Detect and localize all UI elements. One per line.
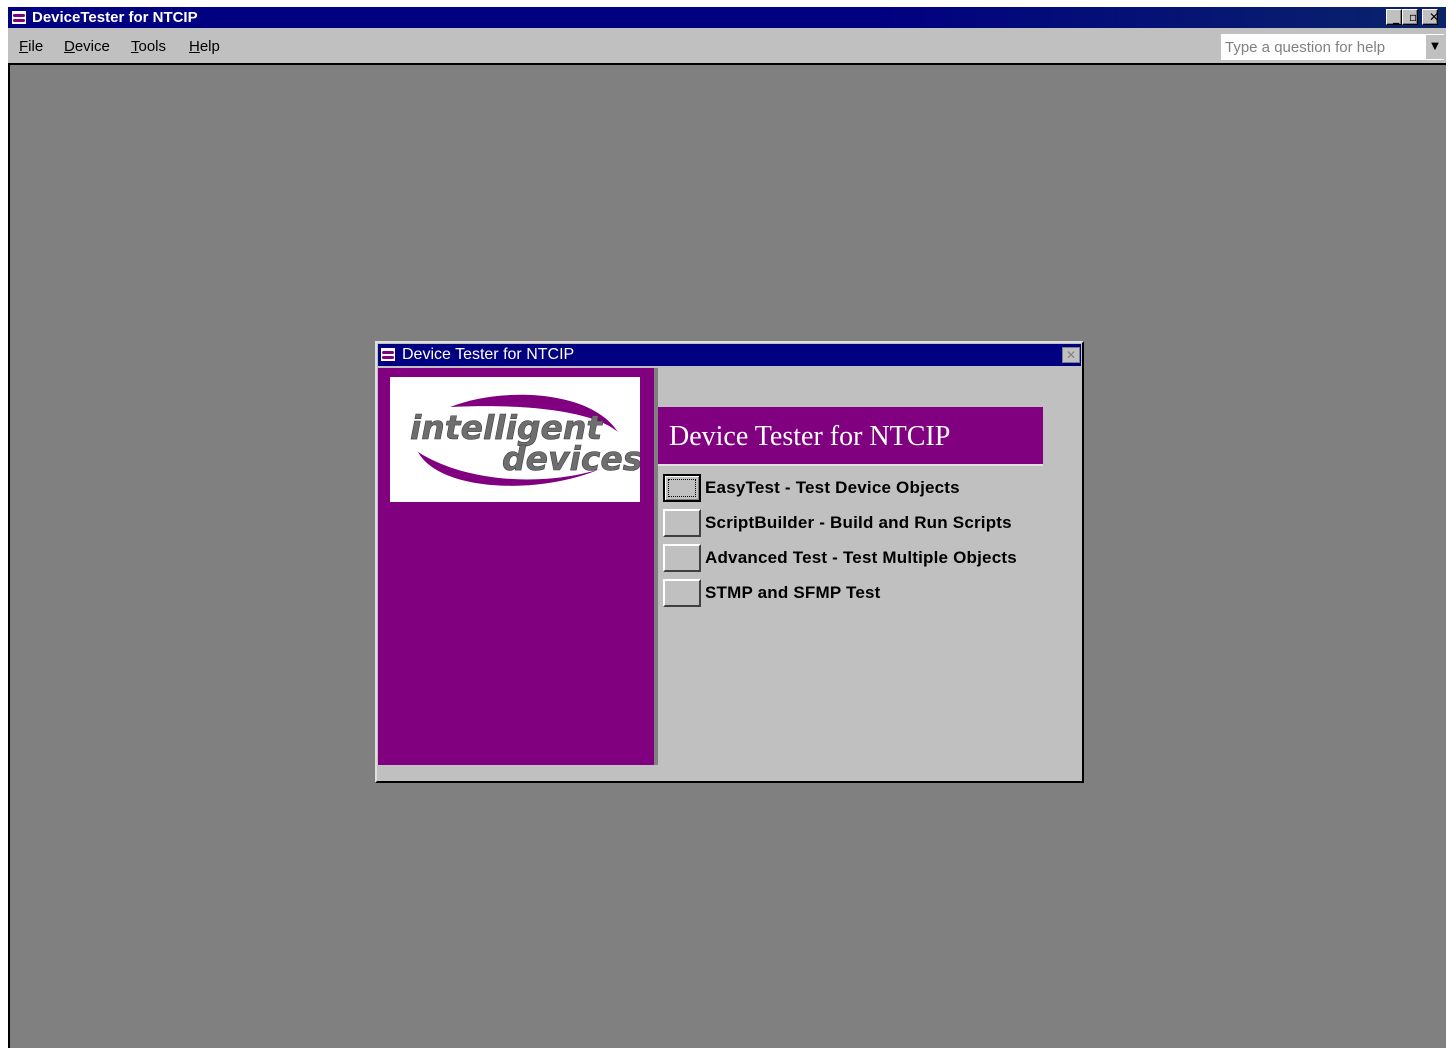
easytest-button[interactable] bbox=[663, 474, 701, 502]
restore-button[interactable]: ▫ bbox=[1402, 9, 1418, 25]
menu-file-mnemonic: F bbox=[19, 38, 29, 55]
dialog-close-button[interactable]: ✕ bbox=[1062, 347, 1080, 363]
chevron-down-icon[interactable]: ▼ bbox=[1426, 35, 1444, 59]
menu-file[interactable]: File bbox=[19, 38, 43, 55]
main-title-bar[interactable]: DeviceTester for NTCIP _ ▫ ✕ bbox=[8, 7, 1446, 28]
dialog-app-icon bbox=[380, 347, 396, 362]
help-question-box: ▼ bbox=[1221, 34, 1444, 60]
advanced-test-button[interactable] bbox=[663, 544, 701, 572]
menu-bar: File Device Tools Help ▼ bbox=[8, 28, 1446, 65]
scriptbuilder-button[interactable] bbox=[663, 509, 701, 537]
menu-tools-rest: ools bbox=[138, 38, 167, 55]
advanced-test-label: Advanced Test - Test Multiple Objects bbox=[705, 548, 1017, 567]
menu-help-rest: elp bbox=[199, 38, 220, 55]
banner-title: Device Tester for NTCIP bbox=[669, 421, 951, 452]
stmp-sfmp-test-label: STMP and SFMP Test bbox=[705, 583, 881, 602]
easytest-label: EasyTest - Test Device Objects bbox=[705, 478, 960, 497]
menu-device-mnemonic: D bbox=[64, 38, 75, 55]
menu-tools-mnemonic: T bbox=[131, 38, 139, 55]
menu-device-rest: evice bbox=[74, 38, 110, 55]
menu-help[interactable]: Help bbox=[189, 38, 220, 55]
intelligent-devices-logo: intelligent devices bbox=[390, 377, 640, 502]
help-question-input[interactable] bbox=[1221, 34, 1424, 60]
brand-side-panel: intelligent devices bbox=[378, 368, 654, 765]
menu-tools[interactable]: Tools bbox=[131, 38, 166, 55]
stmp-sfmp-test-button[interactable] bbox=[663, 579, 701, 607]
app-icon[interactable] bbox=[11, 10, 27, 25]
dialog-title-bar[interactable]: Device Tester for NTCIP ✕ bbox=[378, 344, 1081, 366]
device-tester-dialog: Device Tester for NTCIP ✕ intelligent de… bbox=[375, 341, 1084, 783]
logo-line-2: devices bbox=[502, 439, 640, 478]
close-button[interactable]: ✕ bbox=[1422, 9, 1439, 25]
logo-graphic: intelligent devices bbox=[410, 394, 640, 486]
title-banner: Device Tester for NTCIP bbox=[658, 407, 1043, 464]
menu-device[interactable]: Device bbox=[64, 38, 110, 55]
dialog-title: Device Tester for NTCIP bbox=[402, 346, 575, 363]
main-window-title: DeviceTester for NTCIP bbox=[32, 9, 198, 26]
menu-help-mnemonic: H bbox=[189, 38, 200, 55]
mdi-workspace: Device Tester for NTCIP ✕ intelligent de… bbox=[8, 65, 1446, 1048]
minimize-button[interactable]: _ bbox=[1386, 9, 1402, 25]
scriptbuilder-label: ScriptBuilder - Build and Run Scripts bbox=[705, 513, 1012, 532]
application-window: DeviceTester for NTCIP _ ▫ ✕ File Device… bbox=[8, 7, 1446, 1048]
menu-file-rest: ile bbox=[28, 38, 44, 55]
banner-highlight bbox=[658, 464, 1043, 466]
